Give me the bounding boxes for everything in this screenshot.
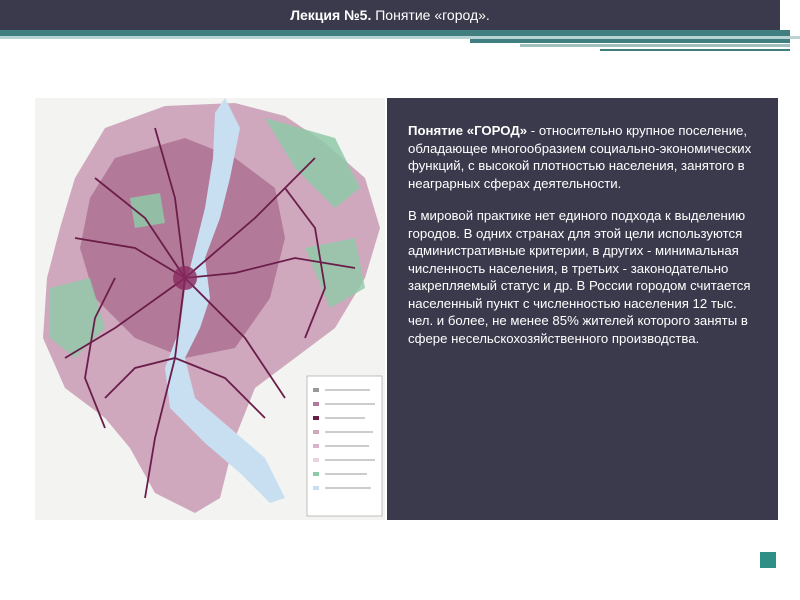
- definition-paragraph: Понятие «ГОРОД» - относительно крупное п…: [408, 122, 758, 192]
- slide-title: Лекция №5. Понятие «город».: [0, 0, 780, 30]
- decor-stripe: [520, 44, 790, 47]
- definition-panel: Понятие «ГОРОД» - относительно крупное п…: [387, 98, 778, 520]
- body-paragraph: В мировой практике нет единого подхода к…: [408, 208, 751, 346]
- city-map-image: [35, 98, 385, 520]
- definition-term: Понятие «ГОРОД»: [408, 123, 528, 138]
- lecture-topic: Понятие «город».: [371, 7, 490, 23]
- slide-corner-square: [760, 552, 776, 568]
- city-center: [173, 266, 197, 290]
- city-map-drawing: [43, 98, 383, 517]
- decor-stripe: [600, 49, 790, 51]
- decor-stripe: [470, 39, 790, 43]
- lecture-label: Лекция №5.: [290, 7, 372, 23]
